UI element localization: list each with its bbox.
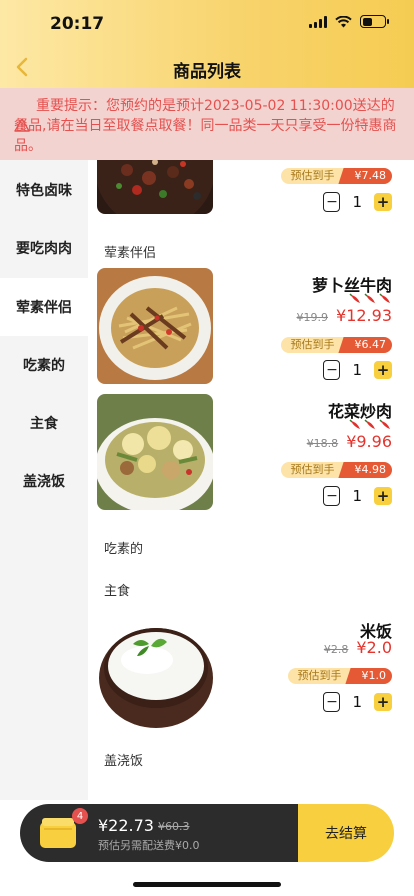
estimated-label: 预估到手	[280, 462, 345, 478]
sidebar-item-gaijiaofan[interactable]: 盖浇饭	[0, 452, 88, 510]
original-price: ¥19.9	[296, 311, 329, 324]
estimated-price-tag: 预估到手 ¥1.0	[287, 668, 392, 684]
original-price: ¥18.8	[306, 437, 339, 450]
sidebar-item-label: 主食	[30, 416, 58, 432]
estimated-price-tag: 预估到手 ¥4.98	[280, 462, 392, 478]
estimated-value: ¥7.48	[344, 168, 392, 184]
quantity-stepper: − 1 +	[323, 192, 392, 212]
increase-button[interactable]: +	[374, 487, 392, 505]
spicy-level	[347, 419, 392, 433]
product-image[interactable]	[97, 160, 213, 214]
product-image[interactable]	[97, 394, 213, 510]
notice-text: 重要提示：您预约的是预计2023-05-02 11:30:00送达的餐品,请在当…	[14, 98, 397, 154]
plus-icon: +	[376, 193, 390, 211]
product-image[interactable]	[97, 268, 213, 384]
sidebar-item-tese-luwei[interactable]: 特色卤味	[0, 161, 88, 219]
nav-bar: 商品列表	[0, 48, 414, 88]
product-list[interactable]: 预估到手 ¥7.48 − 1 + 荤素伴侣 萝卜丝牛肉 ¥19.9 ¥12.93…	[88, 160, 414, 800]
increase-button[interactable]: +	[374, 361, 392, 379]
plus-icon: +	[376, 693, 390, 711]
battery-icon	[360, 15, 389, 28]
notice-banner: 重要提示：您预约的是预计2023-05-02 11:30:00送达的餐品,请在当…	[0, 88, 414, 160]
price-row: ¥2.8 ¥2.0	[324, 638, 392, 657]
category-sidebar: 特色卤味 要吃肉肉 荤素伴侣 吃素的 主食 盖浇饭	[0, 160, 88, 800]
delivery-fee-note: 预估另需配送费¥0.0	[98, 839, 200, 852]
sidebar-item-zhushi[interactable]: 主食	[0, 394, 88, 452]
section-title-zhushi: 主食	[104, 584, 131, 599]
chili-icon	[379, 293, 390, 303]
sidebar-item-chisu[interactable]: 吃素的	[0, 336, 88, 394]
status-time: 20:17	[50, 14, 105, 34]
estimated-value: ¥6.47	[344, 337, 392, 353]
cart-total: ¥22.73	[98, 816, 154, 835]
checkout-label: 去结算	[325, 826, 367, 842]
estimated-value: ¥1.0	[351, 668, 392, 684]
home-indicator	[133, 882, 281, 887]
signal-icon	[309, 15, 327, 28]
sidebar-item-hunsu-banlv[interactable]: 荤素伴侣	[0, 278, 88, 336]
estimated-price-tag: 预估到手 ¥6.47	[280, 337, 392, 353]
price-row: ¥19.9 ¥12.93	[297, 306, 392, 325]
section-title-gaijiaofan: 盖浇饭	[104, 754, 144, 769]
minus-icon: −	[326, 488, 338, 504]
original-price: ¥2.8	[323, 643, 349, 656]
quantity-stepper: − 1 +	[323, 486, 392, 506]
product-image[interactable]	[97, 614, 215, 732]
quantity-value: 1	[352, 487, 362, 505]
quantity-stepper: − 1 +	[323, 692, 392, 712]
cart-summary[interactable]: 4 ¥22.73 ¥60.3 预估另需配送费¥0.0	[20, 804, 298, 862]
checkout-button[interactable]: 去结算	[298, 804, 394, 862]
cart-count-badge: 4	[72, 808, 88, 824]
sidebar-item-label: 吃素的	[23, 358, 65, 374]
section-title-hunsu: 荤素伴侣	[104, 246, 157, 261]
cauliflower-pork-image	[97, 394, 213, 510]
quantity-value: 1	[352, 693, 362, 711]
decrease-button[interactable]: −	[323, 360, 341, 380]
decrease-button[interactable]: −	[323, 486, 341, 506]
plus-icon: +	[376, 487, 390, 505]
sidebar-item-yaochi-rourou[interactable]: 要吃肉肉	[0, 219, 88, 277]
plus-icon: +	[376, 361, 390, 379]
sidebar-item-label: 荤素伴侣	[16, 300, 72, 316]
quantity-stepper: − 1 +	[323, 360, 392, 380]
quantity-value: 1	[352, 361, 362, 379]
sidebar-item-label: 特色卤味	[16, 183, 72, 199]
section-title-chisu: 吃素的	[104, 542, 144, 557]
page-title: 商品列表	[173, 62, 241, 82]
cart-bar: 4 ¥22.73 ¥60.3 预估另需配送费¥0.0 去结算	[20, 804, 394, 862]
cart-original-total: ¥60.3	[158, 820, 190, 833]
sidebar-item-label: 要吃肉肉	[16, 241, 72, 257]
warning-icon	[14, 118, 30, 132]
current-price: ¥12.93	[336, 306, 392, 325]
estimated-label: 预估到手	[280, 337, 345, 353]
minus-icon: −	[326, 362, 338, 378]
minus-icon: −	[326, 194, 338, 210]
braised-dish-image	[97, 160, 213, 214]
current-price: ¥9.96	[346, 432, 392, 451]
chili-icon	[349, 293, 360, 303]
chili-icon	[364, 419, 375, 429]
rice-image	[97, 614, 215, 732]
estimated-price-tag: 预估到手 ¥7.48	[280, 168, 392, 184]
current-price: ¥2.0	[356, 638, 392, 657]
estimated-label: 预估到手	[287, 668, 352, 684]
sidebar-item-label: 盖浇饭	[23, 474, 65, 490]
chili-icon	[349, 419, 360, 429]
increase-button[interactable]: +	[374, 193, 392, 211]
status-bar: 20:17	[0, 0, 414, 48]
status-icons	[309, 15, 389, 28]
estimated-value: ¥4.98	[344, 462, 392, 478]
decrease-button[interactable]: −	[323, 692, 341, 712]
chili-icon	[364, 293, 375, 303]
chili-icon	[379, 419, 390, 429]
radish-beef-image	[97, 268, 213, 384]
decrease-button[interactable]: −	[323, 192, 341, 212]
quantity-value: 1	[352, 193, 362, 211]
increase-button[interactable]: +	[374, 693, 392, 711]
price-row: ¥18.8 ¥9.96	[307, 432, 392, 451]
wifi-icon	[335, 15, 352, 27]
spicy-level	[347, 293, 392, 307]
minus-icon: −	[326, 694, 338, 710]
estimated-label: 预估到手	[280, 168, 345, 184]
